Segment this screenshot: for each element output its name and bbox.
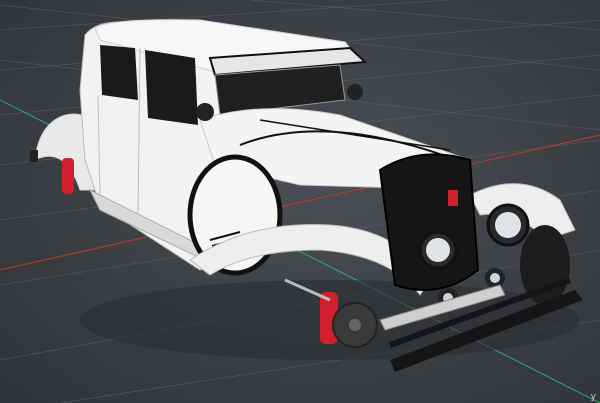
rear-brake-caliper	[62, 158, 74, 194]
radiator-grille	[378, 153, 480, 291]
axis-indicator-label: y	[590, 392, 596, 402]
front-side-window	[145, 50, 198, 125]
vintage-sedan-model[interactable]	[30, 19, 583, 372]
side-lamp-left	[196, 103, 214, 121]
3d-viewport[interactable]: y	[0, 0, 600, 403]
side-lamp-right	[347, 84, 363, 100]
viewport-scene[interactable]	[0, 0, 600, 403]
rear-side-window	[100, 45, 138, 100]
